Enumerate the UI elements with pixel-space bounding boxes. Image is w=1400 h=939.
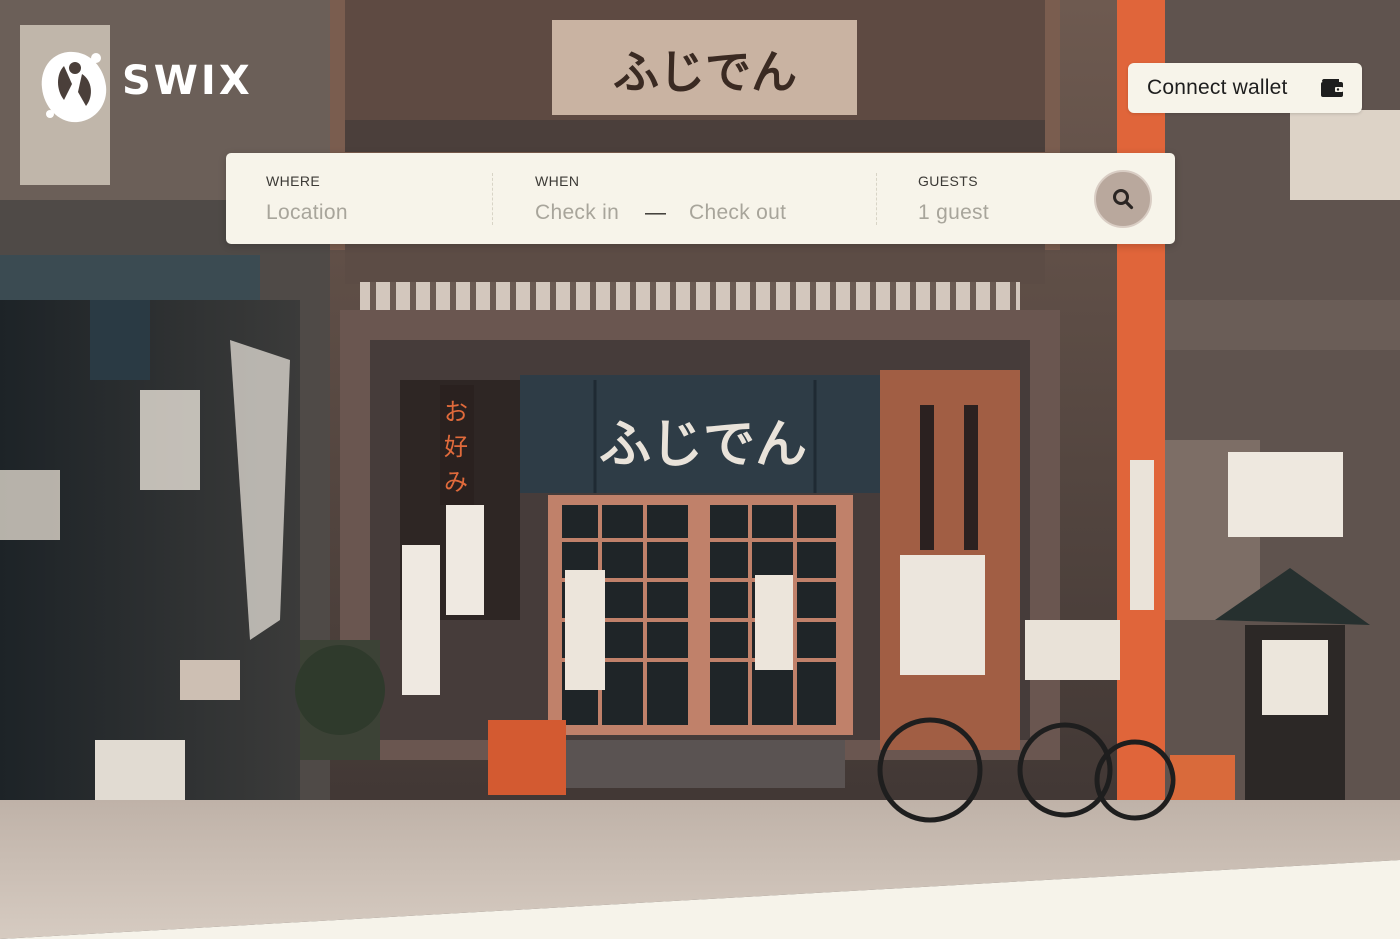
brand-name: SWIX (122, 58, 253, 104)
noren-text: ふじでん (599, 415, 807, 475)
search-icon (1113, 189, 1134, 210)
hero-background-image: ふじでん お 好 み ふじでん (0, 0, 1400, 939)
shop-sign-text: ふじでん (613, 45, 797, 99)
when-label: WHEN (535, 173, 580, 189)
check-in-input[interactable]: Check in (535, 201, 619, 225)
where-label: WHERE (266, 173, 321, 189)
swix-logo-mark-icon (41, 51, 107, 123)
check-out-input[interactable]: Check out (689, 201, 786, 225)
when-field[interactable]: WHEN Check in Check out (535, 153, 875, 244)
field-divider (876, 173, 877, 225)
where-field[interactable]: WHERE Location (266, 153, 486, 244)
guests-input[interactable]: 1 guest (918, 201, 989, 225)
svg-text:み: み (444, 468, 468, 496)
svg-text:好: 好 (444, 433, 468, 461)
connect-wallet-label: Connect wallet (1147, 76, 1288, 99)
connect-wallet-button[interactable]: Connect wallet (1128, 63, 1362, 113)
date-range-separator: — (645, 201, 666, 224)
search-button[interactable] (1094, 170, 1152, 228)
field-divider (492, 173, 493, 225)
svg-text:お: お (444, 398, 468, 426)
brand-logo[interactable]: SWIX (38, 44, 253, 128)
booking-search-bar: WHERE Location WHEN Check in Check out —… (226, 153, 1175, 244)
location-input[interactable]: Location (266, 201, 348, 225)
guests-label: GUESTS (918, 173, 978, 189)
wallet-icon (1321, 79, 1343, 97)
guests-field[interactable]: GUESTS 1 guest (918, 153, 1078, 244)
